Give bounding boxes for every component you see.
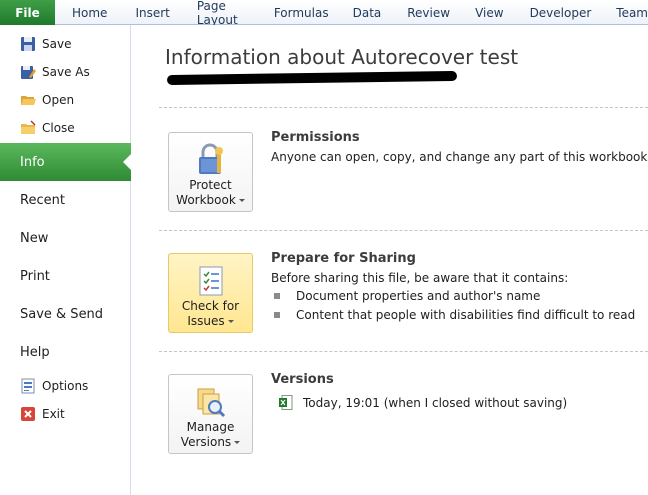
bullet-icon (274, 312, 280, 318)
nav-options[interactable]: Options (0, 372, 131, 400)
nav-save[interactable]: Save (0, 30, 131, 58)
checklist-icon (199, 266, 223, 296)
dropdown-caret-icon (234, 441, 241, 444)
tab-developer[interactable]: Developer (530, 0, 592, 25)
nav-recent-label: Recent (20, 192, 65, 208)
save-as-icon (21, 66, 36, 79)
close-folder-icon (21, 120, 36, 134)
nav-open-label: Open (42, 93, 75, 107)
nav-save-send-label: Save & Send (20, 306, 104, 322)
check-for-issues-button[interactable]: Check for Issues (168, 253, 253, 333)
divider (159, 107, 648, 108)
versions-heading: Versions (271, 372, 334, 387)
divider (159, 230, 648, 231)
sharing-heading: Prepare for Sharing (271, 251, 416, 266)
tab-insert[interactable]: Insert (135, 0, 169, 25)
nav-new-label: New (20, 230, 49, 246)
sharing-bullet-1: Document properties and author's name (296, 289, 541, 303)
nav-save-as-label: Save As (42, 65, 90, 79)
nav-close-label: Close (42, 121, 75, 135)
exit-icon (21, 407, 35, 421)
tab-formulas[interactable]: Formulas (274, 0, 329, 25)
nav-exit-label: Exit (42, 407, 65, 421)
permissions-heading: Permissions (271, 130, 360, 145)
manage-versions-button[interactable]: Manage Versions (168, 374, 253, 454)
redacted-path (166, 70, 458, 86)
tab-team[interactable]: Team (616, 0, 648, 25)
permissions-text: Anyone can open, copy, and change any pa… (271, 150, 648, 164)
nav-options-label: Options (42, 379, 89, 393)
sharing-bullet-2: Content that people with disabilities fi… (296, 308, 636, 322)
manage-versions-label-1: Manage (186, 420, 235, 434)
nav-help[interactable]: Help (0, 333, 131, 371)
file-tab[interactable]: File (0, 0, 55, 25)
ribbon-tabs: Home Insert Page Layout Formulas Data Re… (55, 0, 648, 27)
protect-workbook-label-1: Protect (189, 178, 232, 192)
options-icon (21, 378, 35, 394)
nav-save-label: Save (42, 37, 72, 51)
dropdown-caret-icon (238, 199, 245, 202)
ribbon-tab-bar: File Home Insert Page Layout Formulas Da… (0, 0, 648, 27)
divider (159, 351, 648, 352)
nav-info[interactable]: Info (0, 143, 132, 181)
nav-open[interactable]: Open (0, 86, 131, 114)
dropdown-caret-icon (227, 320, 234, 323)
lock-key-icon (199, 143, 223, 174)
nav-save-as[interactable]: Save As (0, 58, 131, 86)
check-for-issues-label-1: Check for (181, 299, 240, 313)
nav-new[interactable]: New (0, 219, 131, 257)
backstage-nav: Save Save As Open Close Info Recent New (0, 25, 132, 495)
nav-print-label: Print (20, 268, 50, 284)
excel-file-icon (279, 395, 293, 410)
nav-help-label: Help (20, 344, 50, 360)
versions-icon (197, 388, 226, 418)
nav-print[interactable]: Print (0, 257, 131, 295)
tab-review[interactable]: Review (407, 0, 450, 25)
sharing-text: Before sharing this file, be aware that … (271, 271, 569, 285)
nav-close[interactable]: Close (0, 114, 131, 142)
tab-page-layout[interactable]: Page Layout (197, 0, 251, 27)
save-icon (21, 37, 35, 51)
tab-data[interactable]: Data (353, 0, 382, 25)
bullet-icon (274, 293, 280, 299)
check-for-issues-label-2: Issues (169, 314, 252, 328)
nav-exit[interactable]: Exit (0, 400, 131, 428)
page-title: Information about Autorecover test (165, 45, 519, 69)
manage-versions-label-2: Versions (169, 435, 252, 449)
tab-home[interactable]: Home (72, 0, 107, 25)
nav-save-send[interactable]: Save & Send (0, 295, 131, 333)
info-panel: Information about Autorecover test Prote… (131, 25, 648, 495)
version-entry[interactable]: Today, 19:01 (when I closed without savi… (303, 396, 567, 410)
nav-info-label: Info (20, 154, 45, 170)
open-folder-icon (21, 96, 36, 105)
protect-workbook-button[interactable]: Protect Workbook (168, 132, 253, 212)
nav-recent[interactable]: Recent (0, 181, 131, 219)
tab-view[interactable]: View (475, 0, 503, 25)
protect-workbook-label-2: Workbook (169, 193, 252, 207)
